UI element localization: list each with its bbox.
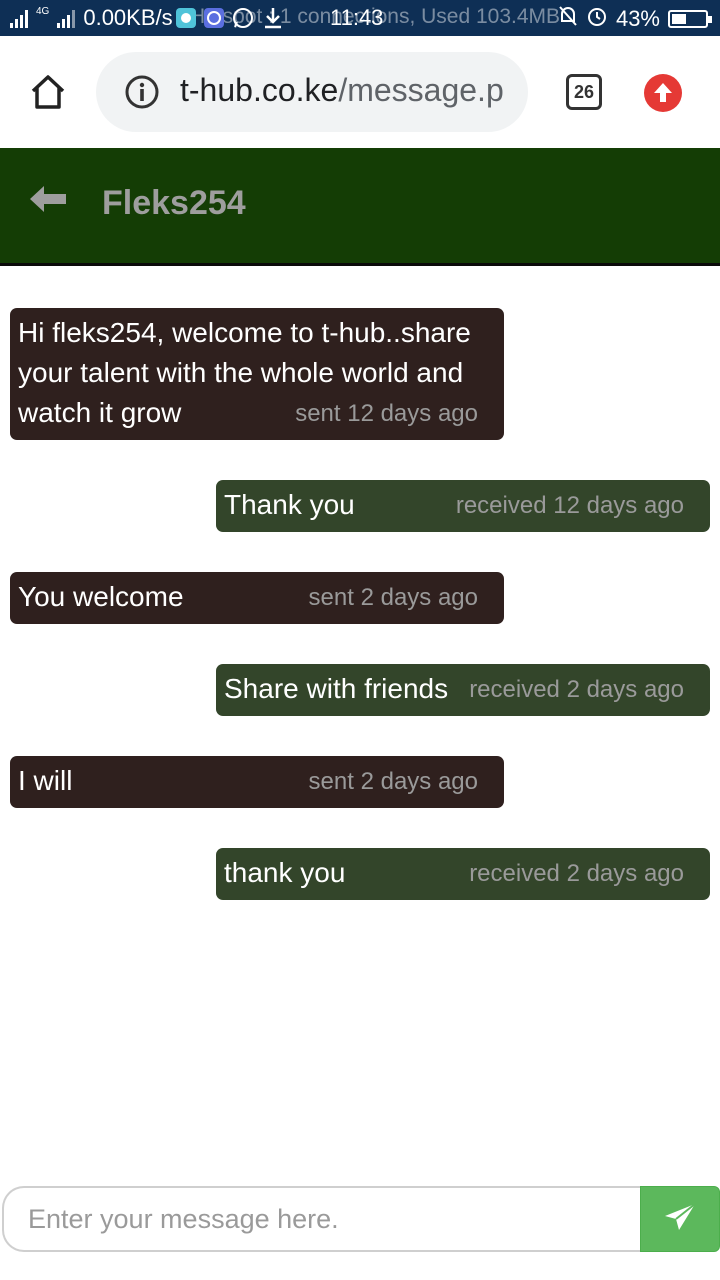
chat-header: Fleks254 (0, 148, 720, 266)
whatsapp-icon (232, 7, 254, 35)
chat-title: Fleks254 (102, 184, 246, 222)
browser-notification-icon (204, 8, 224, 28)
message-input[interactable] (2, 1186, 642, 1252)
message-composer (0, 1186, 720, 1254)
message-time: sent 2 days ago (308, 584, 478, 611)
sent-message: You welcome sent 2 days ago (10, 572, 504, 624)
message-text: I will (18, 765, 73, 796)
received-message: Thank you received 12 days ago (216, 480, 710, 532)
battery-icon (668, 10, 712, 28)
url-host: t-hub.co.ke (180, 72, 339, 108)
back-arrow-icon[interactable] (28, 184, 70, 214)
message-text: thank you (224, 857, 346, 888)
message-time: received 12 days ago (455, 492, 684, 519)
message-text: Share with friends (224, 673, 449, 704)
battery-percent: 43% (615, 6, 660, 31)
send-icon (663, 1202, 697, 1237)
signal-icon (10, 8, 28, 28)
status-left: 4G 0.00KB/s (10, 5, 173, 31)
browser-toolbar: t-hub.co.ke/message.p 26 (0, 36, 720, 148)
received-message: Share with friends received 2 days ago (216, 664, 710, 716)
message-time: received 2 days ago (469, 860, 684, 887)
received-message: thank you received 2 days ago (216, 848, 710, 900)
info-icon[interactable] (124, 74, 160, 110)
url-path: /message.p (338, 72, 504, 108)
status-right: 43% (558, 5, 712, 33)
status-time: 11:43 (330, 5, 384, 30)
message-time: received 2 days ago (469, 676, 684, 703)
url-text: t-hub.co.ke/message.p (180, 72, 504, 109)
status-bar: 4G 0.00KB/s Hotspot : 1 connections, Use… (0, 0, 720, 36)
message-time: sent 2 days ago (308, 768, 478, 795)
sent-message: I will sent 2 days ago (10, 756, 504, 808)
update-icon[interactable] (644, 74, 682, 112)
message-text: Thank you (224, 489, 355, 520)
sent-message: Hi fleks254, welcome to t-hub..share you… (10, 308, 504, 440)
message-text: You welcome (18, 581, 184, 612)
address-bar[interactable]: t-hub.co.ke/message.p (96, 52, 528, 132)
signal-icon-2 (57, 8, 76, 28)
network-speed: 0.00KB/s (83, 5, 173, 30)
message-time: sent 12 days ago (295, 400, 478, 427)
alarm-icon (586, 5, 608, 33)
home-icon[interactable] (28, 72, 68, 112)
send-button[interactable] (640, 1186, 720, 1252)
network-type: 4G (36, 5, 50, 17)
mute-icon (558, 5, 578, 33)
app-notification-icon (176, 8, 196, 28)
download-icon (262, 6, 284, 36)
tab-switcher-button[interactable]: 26 (566, 74, 602, 110)
